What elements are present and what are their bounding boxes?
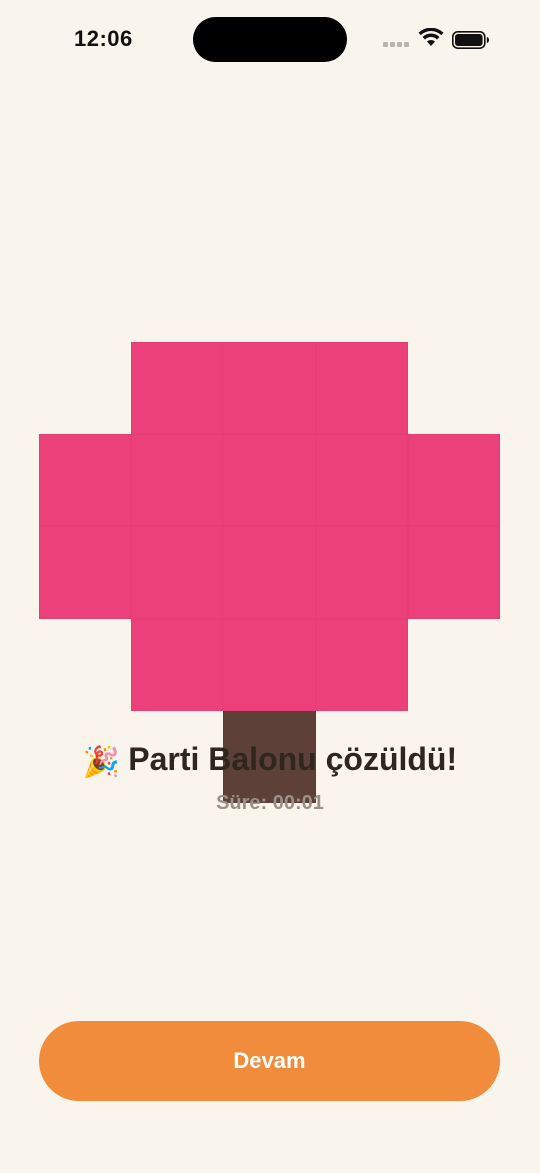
puzzle-cell: [315, 342, 408, 435]
status-time: 12:06: [74, 26, 133, 51]
cellular-signal-icon: [383, 42, 411, 48]
puzzle-cell: [39, 526, 132, 619]
puzzle-cell: [223, 342, 316, 435]
dynamic-island: [193, 17, 347, 62]
puzzle-cell: [315, 526, 408, 619]
puzzle-cell: [407, 526, 500, 619]
puzzle-cell: [131, 342, 224, 435]
puzzle-cell: [223, 618, 316, 711]
battery-icon: [452, 31, 489, 49]
status-bar: 12:06: [0, 0, 540, 80]
puzzle-cell: [223, 526, 316, 619]
time-value: 00:01: [272, 792, 324, 814]
puzzle-cell: [39, 434, 132, 527]
elapsed-time: Süre: 00:01: [0, 792, 540, 815]
puzzle-cell: [131, 434, 224, 527]
puzzle-cell: [315, 618, 408, 711]
wifi-icon: [418, 28, 444, 46]
puzzle-cell: [223, 434, 316, 527]
puzzle-cell: [131, 526, 224, 619]
continue-button[interactable]: Devam: [39, 1021, 500, 1101]
puzzle-cell: [407, 434, 500, 527]
time-label: Süre:: [216, 792, 268, 814]
solved-message: 🎉 Parti Balonu çözüldü!: [0, 741, 540, 780]
puzzle-cell: [315, 434, 408, 527]
puzzle-cell: [131, 618, 224, 711]
solved-title: Parti Balonu çözüldü!: [128, 741, 458, 777]
party-popper-icon: 🎉: [82, 745, 121, 780]
pixel-puzzle-board: [39, 250, 500, 803]
